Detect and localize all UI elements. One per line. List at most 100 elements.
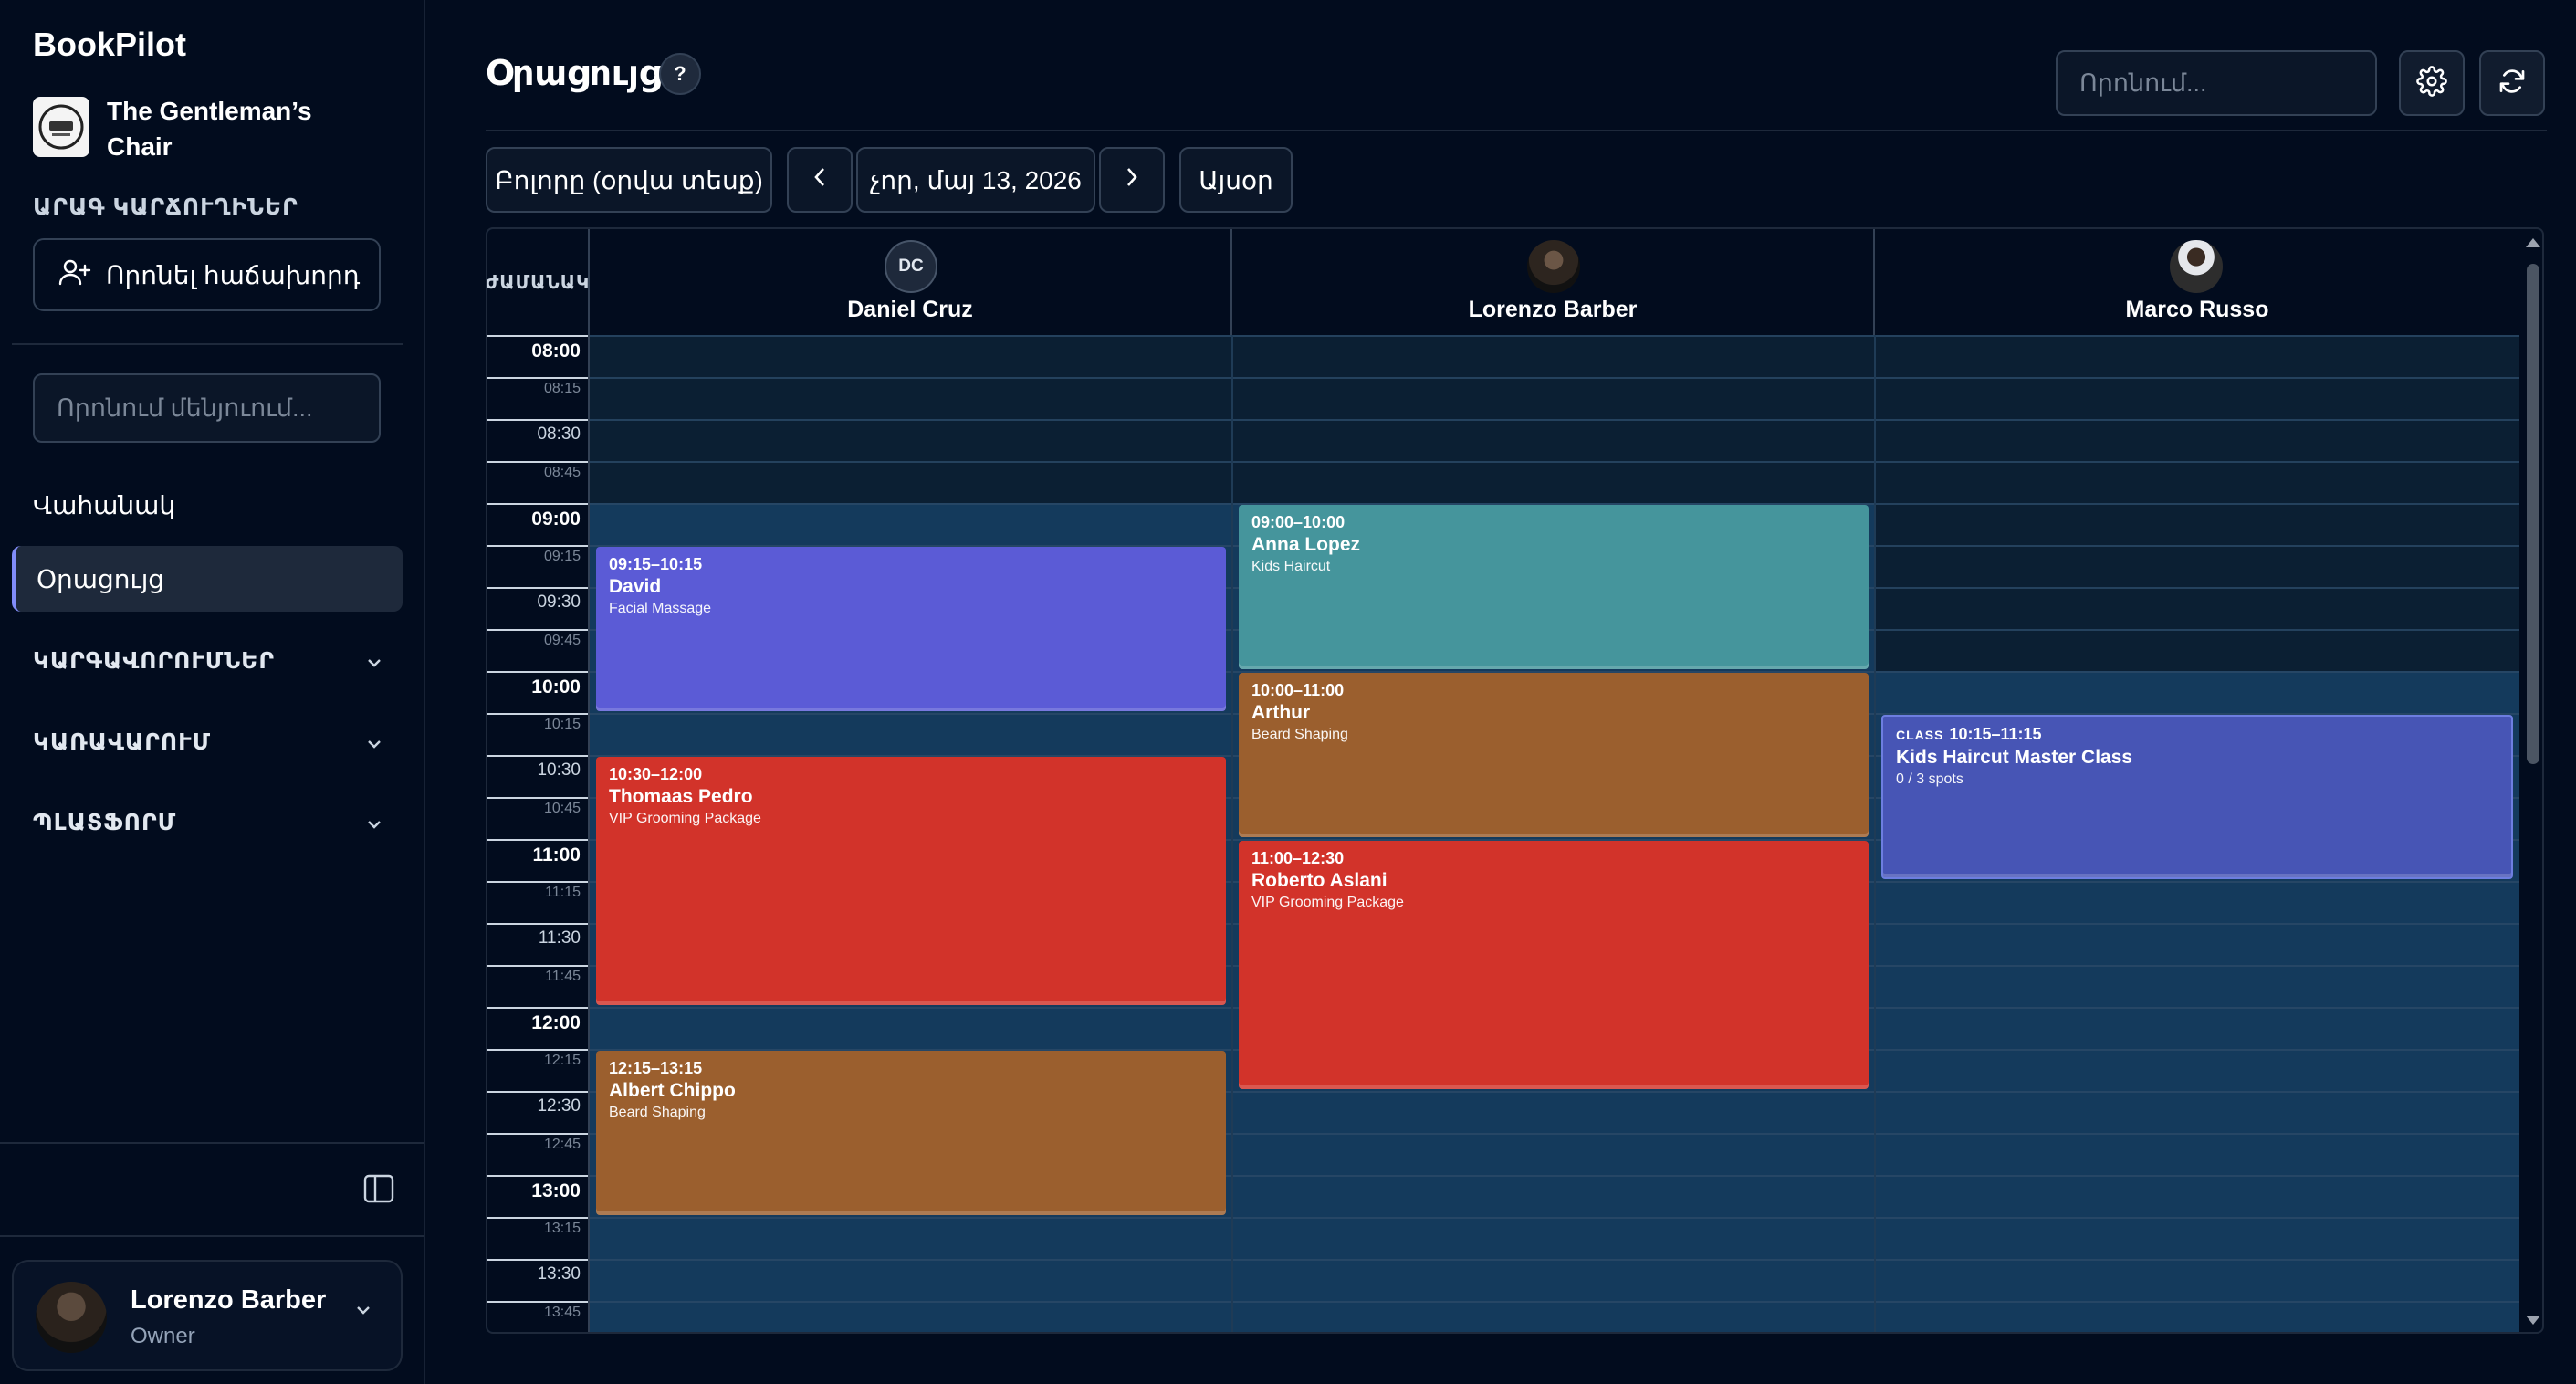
calendar-grid: ԺԱՄԱՆԱԿ DC Daniel Cruz Lorenzo Barber Ma… bbox=[486, 227, 2544, 1334]
appointment-block[interactable]: 10:30–12:00 Thomaas Pedro VIP Grooming Pac… bbox=[596, 757, 1226, 1005]
divider bbox=[0, 1235, 424, 1237]
avatar-initials: DC bbox=[898, 257, 924, 276]
row-line bbox=[590, 1259, 2519, 1261]
nav-group-settings[interactable]: ԿԱՐԳԱՎՈՐՈՒՄՆԵՐ bbox=[12, 634, 403, 688]
refresh-button[interactable] bbox=[2479, 50, 2545, 116]
staff-column-header[interactable]: Marco Russo bbox=[1875, 229, 2519, 335]
prev-day-button[interactable] bbox=[787, 147, 853, 213]
user-menu[interactable]: Lorenzo Barber Owner bbox=[12, 1260, 403, 1371]
nav-item-dashboard[interactable]: Վահանակ bbox=[12, 472, 403, 538]
row-line bbox=[590, 377, 2519, 379]
view-select[interactable]: Բոլորը (օրվա տեսք) bbox=[486, 147, 772, 213]
divider bbox=[0, 1142, 424, 1144]
appointment-client: Roberto Aslani bbox=[1251, 870, 1387, 891]
row-line bbox=[590, 1301, 2519, 1303]
next-day-button[interactable] bbox=[1099, 147, 1165, 213]
time-slot-label: 11:45 bbox=[487, 965, 590, 1007]
nav-group-label: ԿԱՐԳԱՎՈՐՈՒՄՆԵՐ bbox=[33, 648, 276, 674]
appointment-time: 09:00–10:00 bbox=[1251, 512, 1856, 532]
user-role: Owner bbox=[131, 1324, 195, 1348]
row-line bbox=[590, 1217, 2519, 1219]
time-slot-label: 09:30 bbox=[487, 587, 590, 629]
appointment-time: 11:00–12:30 bbox=[1251, 848, 1856, 868]
time-slot-label: 08:15 bbox=[487, 377, 590, 419]
nav-group-platform[interactable]: ՊԼԱՏՖՈՐՄ bbox=[12, 795, 403, 850]
time-slot-label: 13:30 bbox=[487, 1259, 590, 1301]
nav-item-calendar[interactable]: Օրացույց bbox=[12, 546, 403, 612]
staff-column-header[interactable]: DC Daniel Cruz bbox=[590, 229, 1232, 335]
appointment-client: Albert Chippo bbox=[609, 1080, 736, 1101]
page-title: Օրացույց bbox=[486, 55, 662, 93]
view-select-label: Բոլորը (օրվա տեսք) bbox=[495, 165, 763, 194]
time-column-header: ԺԱՄԱՆԱԿ bbox=[487, 229, 590, 335]
time-column-border bbox=[588, 335, 590, 1332]
time-slot-label: 09:15 bbox=[487, 545, 590, 587]
appointment-time-range: 10:00–11:00 bbox=[1251, 681, 1345, 699]
appointment-time: CLASS 10:15–11:15 bbox=[1896, 724, 2498, 745]
today-button[interactable]: Այսօր bbox=[1179, 147, 1293, 213]
column-line bbox=[1874, 335, 1876, 1332]
scroll-thumb[interactable] bbox=[2527, 264, 2539, 764]
time-slot-label: 12:15 bbox=[487, 1049, 590, 1091]
find-client-label: Որոնել հաճախորդ bbox=[106, 260, 361, 289]
time-slot-label: 12:45 bbox=[487, 1133, 590, 1175]
settings-button[interactable] bbox=[2399, 50, 2465, 116]
class-block[interactable]: CLASS 10:15–11:15 Kids Haircut Master Clas… bbox=[1881, 715, 2513, 879]
brand-name: BookPilot bbox=[33, 26, 186, 63]
help-button[interactable]: ? bbox=[659, 53, 701, 95]
scrollbar[interactable] bbox=[2519, 229, 2542, 1332]
refresh-icon bbox=[2497, 67, 2527, 100]
appointment-time: 10:00–11:00 bbox=[1251, 680, 1856, 700]
appointment-service: VIP Grooming Package bbox=[609, 811, 761, 826]
avatar bbox=[1527, 240, 1580, 293]
appointment-time-range: 10:15–11:15 bbox=[1949, 725, 2042, 743]
search-input[interactable] bbox=[2056, 50, 2377, 116]
nav-group-management[interactable]: ԿԱՌԱՎԱՐՈՒՄ bbox=[12, 715, 403, 770]
avatar bbox=[36, 1282, 107, 1353]
time-slot-label: 09:45 bbox=[487, 629, 590, 671]
time-slot-label: 08:00 bbox=[487, 335, 590, 377]
scroll-down-icon[interactable] bbox=[2526, 1316, 2540, 1325]
time-slot-label: 08:45 bbox=[487, 461, 590, 503]
user-name: Lorenzo Barber bbox=[131, 1285, 327, 1315]
chevron-down-icon bbox=[366, 729, 382, 756]
time-slot-label: 13:45 bbox=[487, 1301, 590, 1332]
time-slot-label: 11:00 bbox=[487, 839, 590, 881]
business-name: The Gentleman’s Chair bbox=[107, 97, 312, 161]
staff-column-header[interactable]: Lorenzo Barber bbox=[1232, 229, 1875, 335]
gear-icon bbox=[2416, 65, 2447, 101]
divider bbox=[486, 130, 2547, 131]
time-slot-label: 10:30 bbox=[487, 755, 590, 797]
appointment-block[interactable]: 09:15–10:15 David Facial Massage bbox=[596, 547, 1226, 711]
appointment-block[interactable]: 10:00–11:00 Arthur Beard Shaping bbox=[1239, 673, 1869, 837]
quick-actions-label: ԱՐԱԳ ԿԱՐՃՈՒՂԻՆԵՐ bbox=[33, 194, 298, 220]
nav-group-label: ՊԼԱՏՖՈՐՄ bbox=[33, 810, 177, 835]
time-slot-label: 08:30 bbox=[487, 419, 590, 461]
avatar bbox=[2170, 240, 2223, 293]
staff-name: Marco Russo bbox=[2125, 297, 2269, 322]
menu-search-input[interactable] bbox=[33, 373, 381, 443]
appointment-service: 0 / 3 spots bbox=[1896, 771, 1963, 787]
appointment-time: 09:15–10:15 bbox=[609, 554, 1213, 574]
row-line bbox=[590, 419, 2519, 421]
date-picker[interactable]: չոր, մայ 13, 2026 bbox=[856, 147, 1095, 213]
today-label: Այսօր bbox=[1199, 165, 1273, 194]
appointment-block[interactable]: 11:00–12:30 Roberto Aslani VIP Grooming Pa… bbox=[1239, 841, 1869, 1089]
appointment-block[interactable]: 12:15–13:15 Albert Chippo Beard Shaping bbox=[596, 1051, 1226, 1215]
appointment-time-range: 09:00–10:00 bbox=[1251, 513, 1346, 531]
find-client-button[interactable]: Որոնել հաճախորդ bbox=[33, 238, 381, 311]
appointment-time-range: 09:15–10:15 bbox=[609, 555, 703, 573]
time-slot-label: 12:30 bbox=[487, 1091, 590, 1133]
appointment-service: Kids Haircut bbox=[1251, 559, 1331, 574]
appointment-service: VIP Grooming Package bbox=[1251, 895, 1404, 910]
appointment-block[interactable]: 09:00–10:00 Anna Lopez Kids Haircut bbox=[1239, 505, 1869, 669]
nav-item-label: Վահանակ bbox=[33, 490, 176, 519]
column-line bbox=[1231, 335, 1233, 1332]
sidebar-toggle-icon[interactable] bbox=[363, 1174, 396, 1205]
class-badge: CLASS bbox=[1896, 728, 1944, 742]
row-line bbox=[590, 335, 2519, 337]
time-grid[interactable]: 08:00 08:15 08:30 08:45 09:00 09:15 09:30 09:45… bbox=[487, 335, 2519, 1332]
scroll-up-icon[interactable] bbox=[2526, 238, 2540, 247]
chevron-down-icon bbox=[366, 648, 382, 675]
appointment-time: 12:15–13:15 bbox=[609, 1058, 1213, 1078]
